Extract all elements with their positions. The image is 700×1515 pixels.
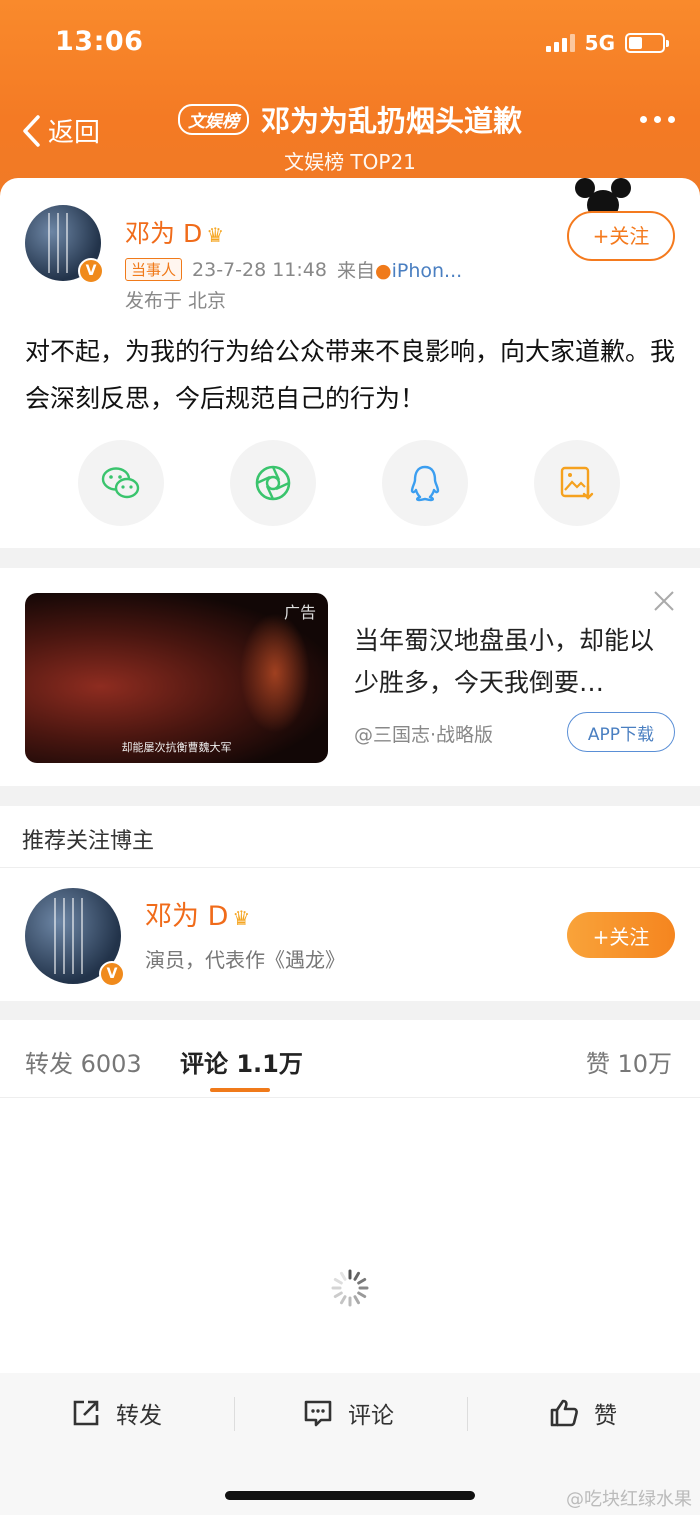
repost-button[interactable]: 转发 <box>70 1396 162 1430</box>
recommend-card: 推荐关注博主 V 邓为 D ♛ 演员，代表作《遇龙》 +关注 <box>0 806 700 1001</box>
divider <box>0 867 700 868</box>
signal-icon <box>545 34 575 52</box>
page-title-block: 文娱榜 邓为为乱扔烟头道歉 文娱榜 TOP21 <box>0 98 700 175</box>
home-indicator[interactable] <box>225 1491 475 1500</box>
tab-repost[interactable]: 转发 6003 <box>25 1044 142 1079</box>
post-card: V 邓为 D ♛ +关注 当事人 23-7-28 11:48 来自●iPhon..… <box>0 178 700 548</box>
comment-label: 评论 <box>348 1403 394 1429</box>
crown-icon: ♛ <box>232 906 251 930</box>
repost-icon <box>73 1400 99 1426</box>
page-title: 邓为为乱扔烟头道歉 <box>260 104 522 138</box>
share-save-image-button[interactable] <box>534 440 620 526</box>
wechat-icon <box>101 467 140 499</box>
like-label: 赞 <box>594 1403 617 1429</box>
ad-caption: 却能屡次抗衡曹魏大军 <box>121 741 232 754</box>
top-header: 13:06 5G 返回 文娱榜 邓为为乱扔烟头道歉 文娱榜 TOP21 <box>0 0 700 200</box>
mickey-sticker-icon <box>575 176 633 220</box>
author-name[interactable]: 邓为 D ♛ <box>125 214 224 250</box>
repost-label: 转发 <box>116 1403 162 1429</box>
divider <box>0 1097 700 1098</box>
battery-icon <box>625 33 669 53</box>
category-tag: 文娱榜 <box>177 103 249 135</box>
status-time: 13:06 <box>55 26 144 57</box>
fox-icon: ● <box>374 260 392 282</box>
status-indicators: 5G <box>545 31 669 55</box>
moments-icon <box>255 465 291 501</box>
recommend-description: 演员，代表作《遇龙》 <box>145 948 345 972</box>
recommend-name[interactable]: 邓为 D ♛ <box>145 894 250 933</box>
verified-badge-icon: V <box>78 258 104 284</box>
recommend-follow-button[interactable]: +关注 <box>567 912 675 958</box>
ad-card[interactable]: 广告 却能屡次抗衡曹魏大军 当年蜀汉地盘虽小，却能以少胜多，今天我倒要… @三国… <box>0 568 700 786</box>
page-subtitle[interactable]: 文娱榜 TOP21 <box>0 146 700 175</box>
thumbs-up-icon <box>550 1399 578 1427</box>
share-row <box>78 440 620 526</box>
ad-text: 当年蜀汉地盘虽小，却能以少胜多，今天我倒要… <box>354 626 655 697</box>
post-time: 23-7-28 11:48 <box>192 258 327 281</box>
follow-button[interactable]: +关注 <box>567 211 675 261</box>
post-meta: 当事人 23-7-28 11:48 来自●iPhon... <box>125 256 462 283</box>
network-type: 5G <box>584 31 615 55</box>
post-location: 发布于 北京 <box>125 290 227 312</box>
verified-badge-icon: V <box>99 961 125 987</box>
save-image-icon <box>560 466 594 500</box>
close-icon[interactable] <box>653 590 675 612</box>
role-badge: 当事人 <box>125 258 183 281</box>
app-download-button[interactable]: APP下载 <box>567 712 675 752</box>
bottom-action-bar: 转发 评论 赞 @吃块红绿水果 <box>0 1373 700 1515</box>
ad-account[interactable]: @三国志·战略版 <box>354 720 493 747</box>
post-content: 对不起，为我的行为给公众带来不良影响，向大家道歉。我会深刻反思，今后规范自己的行… <box>25 337 676 413</box>
tab-comment[interactable]: 评论 1.1万 <box>180 1044 303 1079</box>
loading-spinner-icon <box>331 1269 369 1307</box>
share-wechat-button[interactable] <box>78 440 164 526</box>
qq-icon <box>410 465 440 502</box>
tab-like[interactable]: 赞 10万 <box>586 1044 672 1079</box>
comment-button[interactable]: 评论 <box>302 1396 394 1430</box>
comment-icon <box>304 1400 332 1427</box>
share-qq-button[interactable] <box>382 440 468 526</box>
source-link[interactable]: iPhon... <box>392 260 463 282</box>
recommend-title: 推荐关注博主 <box>22 829 155 854</box>
more-menu-button[interactable] <box>640 116 675 123</box>
watermark: @吃块红绿水果 <box>566 1489 692 1510</box>
share-moments-button[interactable] <box>230 440 316 526</box>
active-tab-indicator <box>210 1088 270 1092</box>
crown-icon: ♛ <box>206 223 225 247</box>
divider <box>234 1397 235 1431</box>
source-prefix: 来自 <box>336 260 375 282</box>
like-button[interactable]: 赞 <box>548 1396 617 1430</box>
ad-image[interactable]: 广告 却能屡次抗衡曹魏大军 <box>25 593 328 763</box>
ad-label: 广告 <box>283 603 316 622</box>
divider <box>467 1397 468 1431</box>
